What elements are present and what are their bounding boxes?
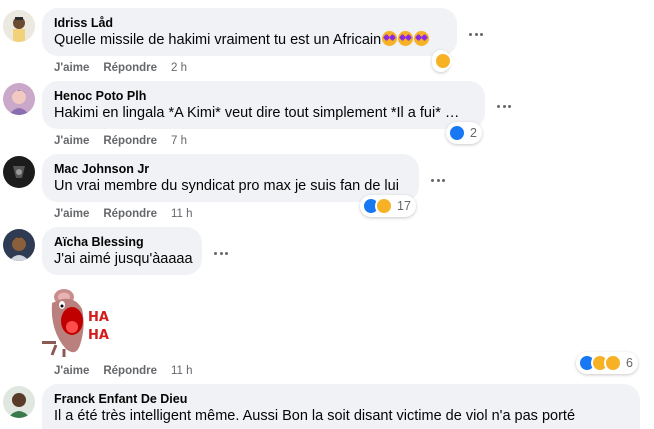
comment-author[interactable]: Aïcha Blessing [54, 234, 190, 250]
comment-author[interactable]: Franck Enfant De Dieu [54, 391, 628, 407]
reply-button[interactable]: Répondre [103, 62, 157, 74]
more-options-icon[interactable] [428, 170, 448, 190]
haha-icon [375, 197, 393, 215]
reaction-summary[interactable]: 17 [360, 195, 416, 217]
comment-text: Hakimi en lingala *A Kimi* veut dire tou… [54, 105, 460, 121]
reaction-count: 17 [397, 199, 411, 213]
comment-text: Il a été très intelligent même. Aussi Bo… [54, 408, 576, 424]
avatar[interactable] [3, 83, 35, 115]
comment-bubble: Aïcha Blessing J'ai aimé jusqu'àaaaa [42, 227, 202, 275]
comment-bubble: Henoc Poto Plh Hakimi en lingala *A Kimi… [42, 81, 485, 129]
reaction-summary[interactable]: 6 [576, 352, 638, 374]
comment-text: Quelle missile de hakimi vraiment tu est… [54, 32, 382, 48]
comment-bubble: Franck Enfant De Dieu Il a été très inte… [42, 384, 640, 429]
wow-icon [604, 354, 622, 372]
haha-sticker[interactable]: HA HA [42, 283, 122, 358]
reaction-summary[interactable] [432, 50, 452, 72]
avatar[interactable] [3, 229, 35, 261]
comment-actions: J'aime Répondre 7 h [54, 135, 187, 147]
comment-author[interactable]: Idriss Låd [54, 15, 445, 31]
avatar-image [3, 229, 35, 261]
like-button[interactable]: J'aime [54, 208, 89, 220]
reaction-count: 6 [626, 356, 633, 370]
comment-actions: J'aime Répondre 11 h [54, 365, 193, 377]
haha-icon [434, 52, 452, 70]
comment-text: J'ai aimé jusqu'àaaaa [54, 251, 193, 267]
more-options-icon[interactable] [211, 243, 231, 263]
more-options-icon[interactable] [466, 24, 486, 44]
like-button[interactable]: J'aime [54, 135, 89, 147]
more-options-icon[interactable] [494, 96, 514, 116]
comment-bubble: Mac Johnson Jr Un vrai membre du syndica… [42, 154, 419, 202]
reaction-summary[interactable]: 2 [446, 122, 482, 144]
like-button[interactable]: J'aime [54, 365, 89, 377]
comment-author[interactable]: Mac Johnson Jr [54, 161, 407, 177]
reply-button[interactable]: Répondre [103, 365, 157, 377]
timestamp[interactable]: 2 h [171, 62, 187, 74]
avatar-image [3, 386, 35, 418]
reply-button[interactable]: Répondre [103, 208, 157, 220]
sticker-caption: HA HA [88, 310, 109, 343]
comment-actions: J'aime Répondre 11 h [54, 208, 193, 220]
avatar-image [3, 156, 35, 188]
timestamp[interactable]: 11 h [171, 208, 193, 220]
comment-actions: J'aime Répondre 2 h [54, 62, 187, 74]
like-button[interactable]: J'aime [54, 62, 89, 74]
timestamp[interactable]: 7 h [171, 135, 187, 147]
like-icon [448, 124, 466, 142]
star-struck-emoji-icon [382, 31, 398, 46]
reply-button[interactable]: Répondre [103, 135, 157, 147]
avatar-image [3, 10, 35, 42]
avatar[interactable] [3, 10, 35, 42]
star-struck-emoji-icon [414, 31, 430, 46]
avatar[interactable] [3, 386, 35, 418]
star-struck-emoji-icon [398, 31, 414, 46]
reaction-count: 2 [470, 126, 477, 140]
avatar[interactable] [3, 156, 35, 188]
avatar-image [3, 83, 35, 115]
comment-bubble: Idriss Låd Quelle missile de hakimi vrai… [42, 8, 457, 56]
timestamp[interactable]: 11 h [171, 365, 193, 377]
comment-author[interactable]: Henoc Poto Plh [54, 88, 473, 104]
comment-text: Un vrai membre du syndicat pro max je su… [54, 178, 399, 194]
